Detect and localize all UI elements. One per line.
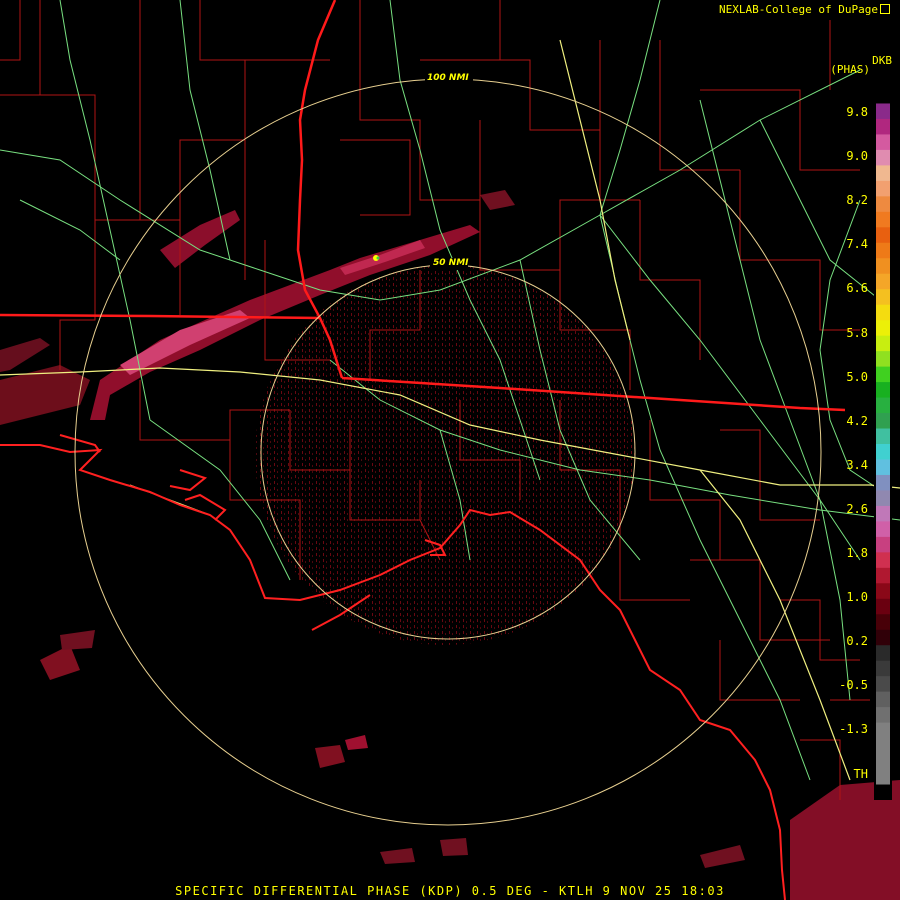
- credit-text: NEXLAB-College of DuPage: [719, 3, 878, 16]
- colorbar-tick-label: 2.6: [846, 501, 868, 516]
- colorbar-segment: [876, 304, 890, 321]
- product-title: SPECIFIC DIFFERENTIAL PHASE (KDP) 0.5 DE…: [175, 884, 725, 898]
- colorbar-segment: [876, 196, 890, 213]
- colorbar-segment: [876, 459, 890, 476]
- colorbar: [874, 88, 892, 800]
- colorbar-segment: [876, 227, 890, 244]
- credit-banner[interactable]: NEXLAB-College of DuPage: [719, 3, 890, 16]
- colorbar-segment: [876, 242, 890, 259]
- colorbar-segment: [876, 583, 890, 600]
- colorbar-tick-label: -1.3: [839, 722, 868, 737]
- colorbar-segment: [876, 660, 890, 677]
- colorbar-tick-label: 1.0: [846, 590, 868, 605]
- colorbar-segment: [876, 552, 890, 569]
- colorbar-segment: [876, 629, 890, 646]
- colorbar-tick-label: 1.8: [846, 546, 868, 560]
- colorbar-segment: [876, 134, 890, 151]
- colorbar-segment: [876, 769, 890, 786]
- radar-clutter: [255, 265, 635, 645]
- colorbar-segment: [876, 103, 890, 120]
- colorbar-segment: [876, 490, 890, 507]
- colorbar-tick-label: TH: [853, 766, 868, 781]
- colorbar-segment: [876, 598, 890, 615]
- colorbar-segment: [876, 366, 890, 383]
- ring-label-50: 50 NMI: [433, 258, 469, 268]
- colorbar-segment: [876, 180, 890, 197]
- colorbar-tick-label: 6.6: [846, 281, 868, 296]
- colorbar-segment: [876, 753, 890, 770]
- colorbar-segment: [876, 335, 890, 352]
- external-link-icon: [880, 4, 890, 14]
- colorbar-segment: [876, 707, 890, 724]
- colorbar-tick-label: -0.5: [839, 678, 868, 693]
- colorbar-tick-label: 4.2: [846, 413, 868, 428]
- colorbar-segment: [876, 614, 890, 631]
- colorbar-segment: [876, 567, 890, 584]
- colorbar-segment: [876, 413, 890, 430]
- colorbar-segment: [876, 645, 890, 662]
- colorbar-segment: [876, 444, 890, 461]
- colorbar-segment: [876, 397, 890, 414]
- ring-label-100: 100 NMI: [427, 73, 469, 83]
- colorbar-segment: [876, 722, 890, 739]
- colorbar-tick-label: 9.0: [846, 149, 868, 164]
- colorbar-segment: [876, 149, 890, 166]
- colorbar-segment: [876, 691, 890, 708]
- colorbar-tick-label: 7.4: [846, 237, 868, 252]
- colorbar-segment: [876, 382, 890, 399]
- colorbar-segment: [876, 676, 890, 693]
- colorbar-segment: [876, 428, 890, 445]
- colorbar-tick-label: 5.0: [846, 369, 868, 384]
- units-sub-label: (PHAS): [830, 63, 870, 76]
- colorbar-tick-label: 3.4: [846, 457, 868, 472]
- colorbar-tick-label: 9.8: [846, 105, 868, 119]
- colorbar-segment: [876, 88, 890, 105]
- colorbar-segment: [876, 351, 890, 368]
- colorbar-segment: [876, 320, 890, 337]
- units-label: DKB: [872, 54, 892, 67]
- colorbar-tick-label: 5.8: [846, 325, 868, 340]
- colorbar-segment: [876, 784, 890, 800]
- colorbar-segment: [876, 289, 890, 306]
- colorbar-segment: [876, 118, 890, 136]
- colorbar-segment: [876, 536, 890, 553]
- colorbar-segment: [876, 211, 890, 228]
- colorbar-tick-label: 0.2: [846, 634, 868, 649]
- colorbar-segment: [876, 474, 890, 492]
- radar-map: [0, 0, 900, 900]
- colorbar-segment: [876, 258, 890, 275]
- colorbar-segment: [876, 505, 890, 522]
- colorbar-segment: [876, 521, 890, 538]
- colorbar-segment: [876, 165, 890, 182]
- colorbar-segment: [876, 273, 890, 290]
- colorbar-segment: [876, 738, 890, 755]
- colorbar-tick-label: 8.2: [846, 193, 868, 208]
